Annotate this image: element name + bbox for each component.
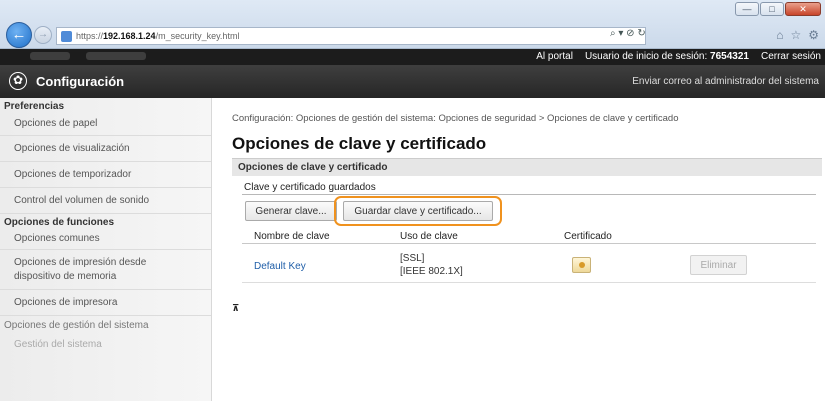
divider xyxy=(242,194,816,195)
section-header: Opciones de clave y certificado xyxy=(232,158,822,176)
mail-admin-link[interactable]: Enviar correo al administrador del siste… xyxy=(632,76,819,87)
page-favicon-icon xyxy=(61,30,72,42)
close-icon[interactable]: ✕ xyxy=(785,2,821,16)
login-user-label: Usuario de inicio de sesión: 7654321 xyxy=(585,51,749,62)
sidebar: Preferencias Opciones de papel Opciones … xyxy=(0,98,212,401)
favorites-star-icon[interactable]: ☆ xyxy=(790,28,801,42)
sidebar-item-printer[interactable]: Opciones de impresora xyxy=(0,290,211,316)
login-user-id: 7654321 xyxy=(710,51,749,62)
sidebar-section-system: Opciones de gestión del sistema xyxy=(4,320,149,331)
sidebar-item-common[interactable]: Opciones comunes xyxy=(0,228,211,250)
login-user-caption: Usuario de inicio de sesión: xyxy=(584,51,708,62)
key-usage-ieee: [IEEE 802.1X] xyxy=(400,266,463,277)
blurred-text xyxy=(30,52,70,60)
generate-key-button[interactable]: Generar clave... xyxy=(245,201,337,221)
address-bar[interactable]: https://192.168.1.24/m_security_key.html xyxy=(56,27,646,45)
forward-arrow-icon[interactable]: → xyxy=(34,26,52,44)
saved-keys-subtitle: Clave y certificado guardados xyxy=(244,182,376,193)
table-row: Default Key [SSL] [IEEE 802.1X] Eliminar xyxy=(242,245,816,283)
url-host: 192.168.1.24 xyxy=(103,31,156,41)
window-controls: — □ ✕ xyxy=(735,2,821,16)
home-icon[interactable]: ⌂ xyxy=(776,28,783,42)
sidebar-section-functions: Opciones de funciones xyxy=(4,217,115,228)
page-header: ✿ Configuración Enviar correo al adminis… xyxy=(0,65,825,98)
key-name-link[interactable]: Default Key xyxy=(254,261,306,272)
sidebar-item-display[interactable]: Opciones de visualización xyxy=(0,136,211,162)
url-prefix: https:// xyxy=(76,31,104,41)
logout-link[interactable]: Cerrar sesión xyxy=(761,51,821,62)
sidebar-item-volume[interactable]: Control del volumen de sonido xyxy=(0,188,211,214)
certificate-icon[interactable] xyxy=(572,257,591,273)
highlight-callout xyxy=(334,196,502,226)
portal-link[interactable]: Al portal xyxy=(536,51,573,62)
minimize-icon[interactable]: — xyxy=(735,2,759,16)
table-header: Nombre de clave Uso de clave Certificado xyxy=(242,230,816,244)
url-path: /m_security_key.html xyxy=(155,31,240,41)
browser-chrome: — □ ✕ ← → https://192.168.1.24/m_securit… xyxy=(0,0,825,49)
browser-toolbar: ⌂ ☆ ⚙ xyxy=(776,28,819,42)
top-utility-bar: Al portal Usuario de inicio de sesión: 7… xyxy=(0,49,825,65)
header-title: Configuración xyxy=(36,74,125,89)
scroll-top-icon[interactable]: ⊼ xyxy=(232,303,239,314)
sidebar-item-memory-print[interactable]: Opciones de impresión desde dispositivo … xyxy=(0,250,211,290)
column-key-usage: Uso de clave xyxy=(400,231,458,242)
key-usage: [SSL] [IEEE 802.1X] xyxy=(400,252,463,278)
key-usage-ssl: [SSL] xyxy=(400,253,425,264)
blurred-text xyxy=(86,52,146,60)
sidebar-item-system-management[interactable]: Gestión del sistema xyxy=(0,334,211,354)
column-certificate: Certificado xyxy=(564,231,612,242)
column-key-name: Nombre de clave xyxy=(254,231,330,242)
back-arrow-icon[interactable]: ← xyxy=(6,22,32,48)
sidebar-item-timer[interactable]: Opciones de temporizador xyxy=(0,162,211,188)
sidebar-section-preferences: Preferencias xyxy=(4,101,65,112)
address-tools[interactable]: ⌕ ▾ ⊘ ↻ xyxy=(610,28,646,39)
settings-gear-icon[interactable]: ⚙ xyxy=(808,28,819,42)
breadcrumb: Configuración: Opciones de gestión del s… xyxy=(232,113,679,124)
sidebar-item-paper[interactable]: Opciones de papel xyxy=(0,112,211,136)
blurred-device-info xyxy=(30,52,146,60)
page-title: Opciones de clave y certificado xyxy=(232,134,487,153)
maximize-icon[interactable]: □ xyxy=(760,2,784,16)
settings-gear-icon: ✿ xyxy=(9,72,27,90)
delete-button[interactable]: Eliminar xyxy=(690,255,747,275)
